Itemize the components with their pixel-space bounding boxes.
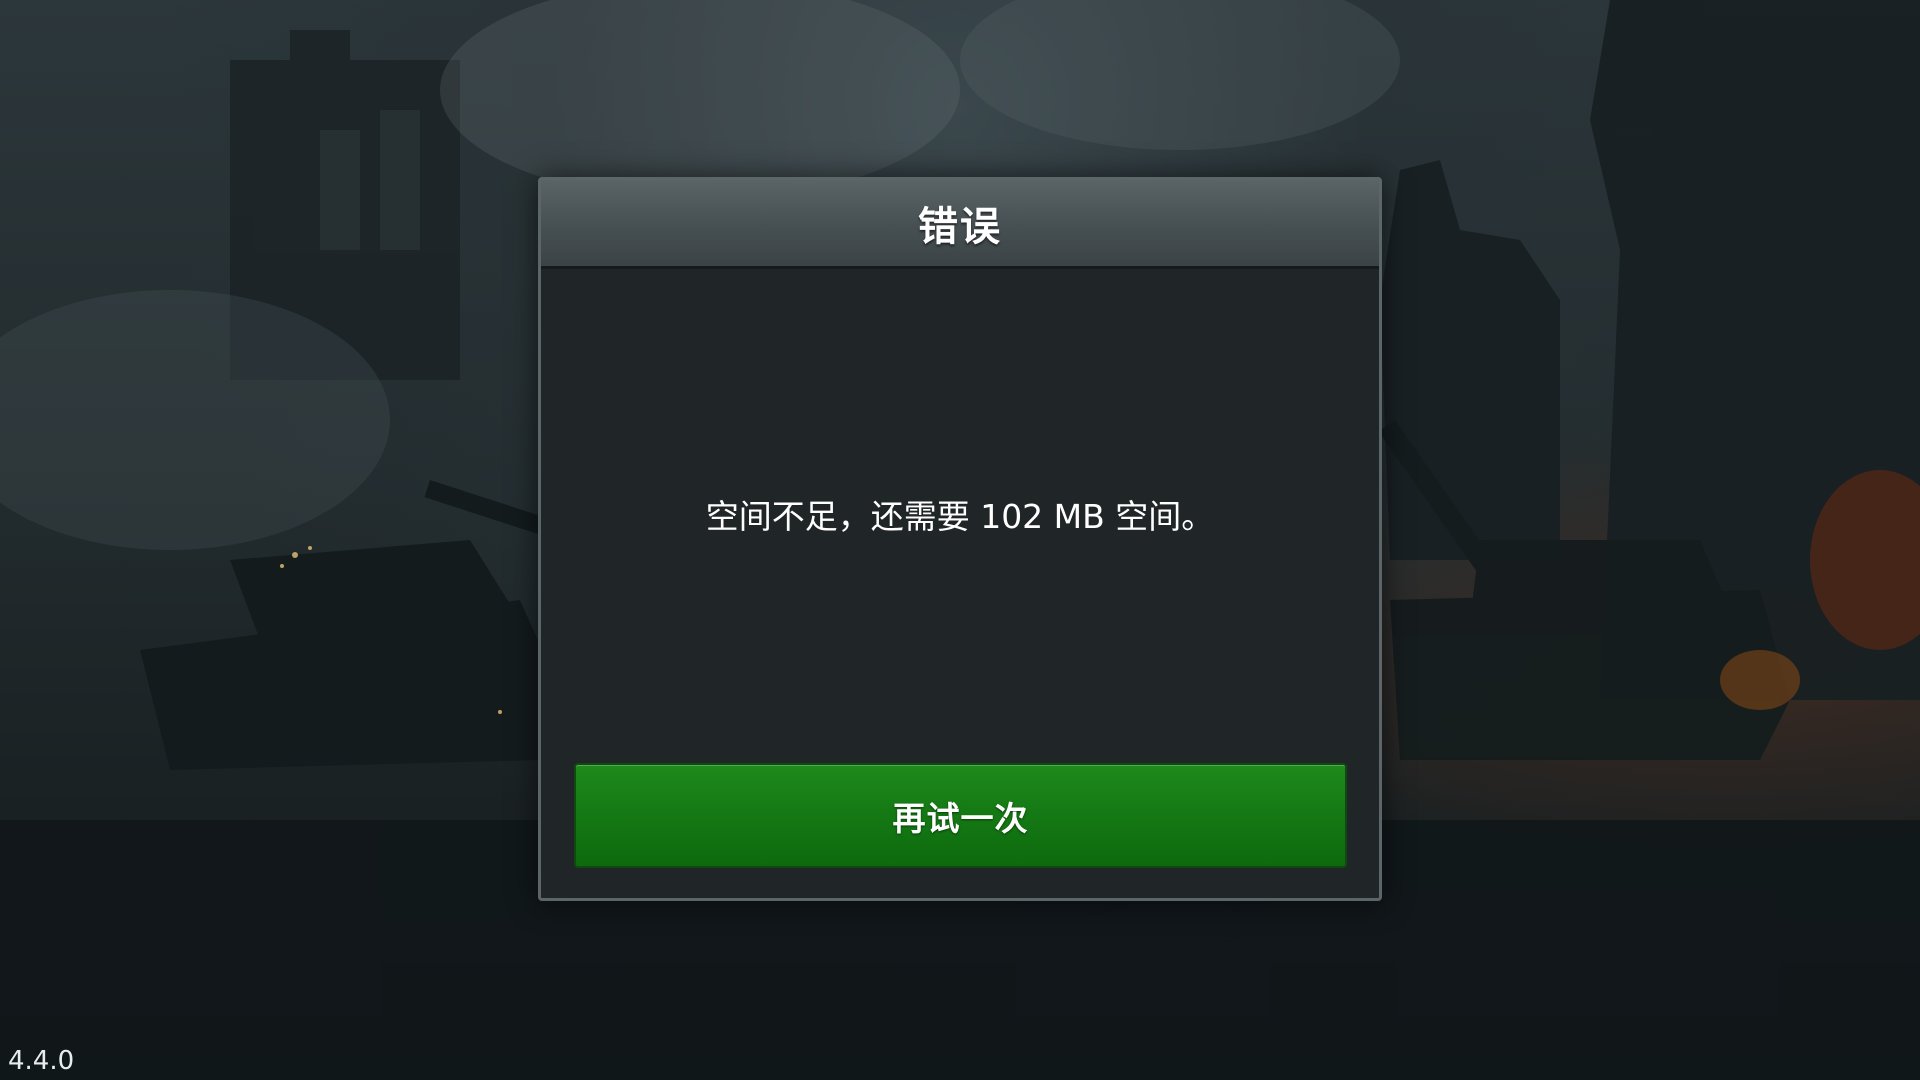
error-dialog: 错误 空间不足，还需要 102 MB 空间。 再试一次 [538, 177, 1382, 901]
retry-button-label: 再试一次 [892, 798, 1029, 838]
error-message: 空间不足，还需要 102 MB 空间。 [705, 497, 1215, 536]
dialog-header: 错误 [541, 180, 1379, 269]
version-label: 4.4.0 [8, 1046, 75, 1076]
retry-button[interactable]: 再试一次 [574, 763, 1347, 868]
dialog-title: 错误 [918, 204, 1002, 250]
